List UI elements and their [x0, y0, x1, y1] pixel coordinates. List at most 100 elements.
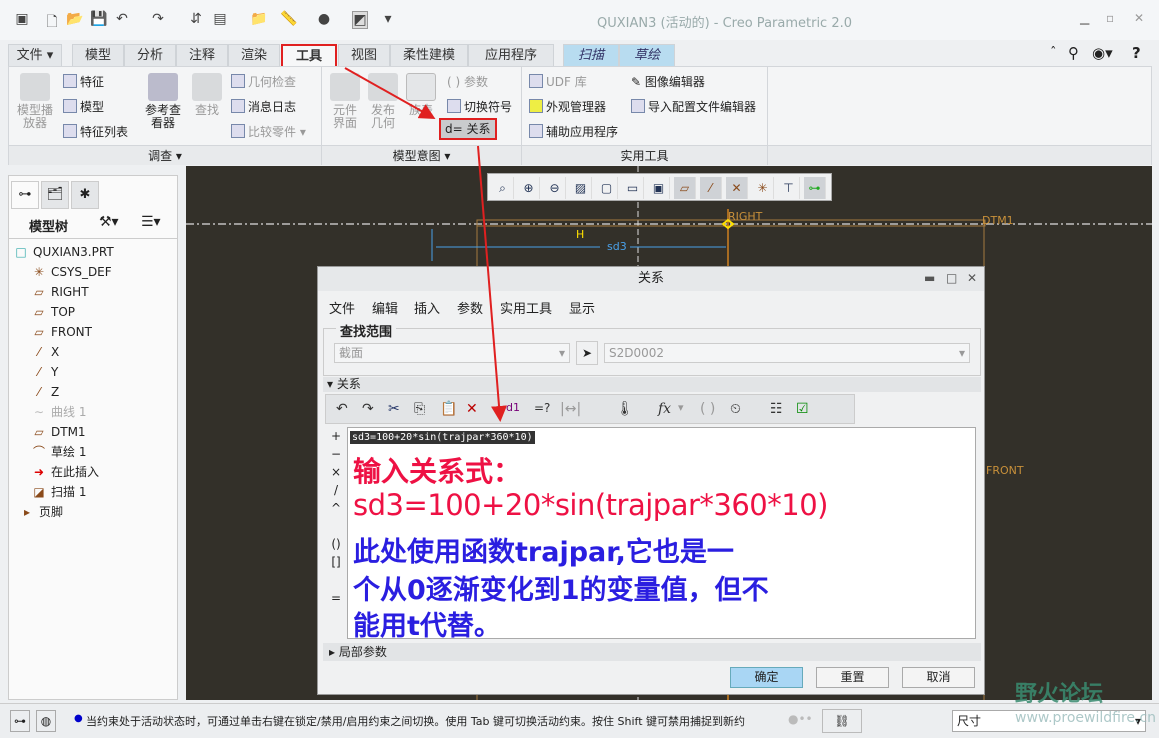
tree-item[interactable]: ▱ TOP	[31, 302, 75, 322]
menu-file[interactable]: 文件	[329, 298, 355, 317]
operator-button[interactable]: []	[325, 553, 347, 571]
show-dimension-icon[interactable]: |↔|	[560, 401, 581, 417]
tree-item[interactable]: ⁄ X	[31, 342, 59, 362]
tree-item[interactable]: ▱ FRONT	[31, 322, 92, 342]
tree-item[interactable]: ✳ CSYS_DEF	[31, 262, 112, 282]
tree-item[interactable]: □ QUXIAN3.PRT	[13, 242, 113, 262]
undo-icon[interactable]: ↶	[336, 401, 348, 417]
tab-model[interactable]: 模型	[72, 44, 124, 66]
tree-item[interactable]: ➜ 在此插入	[31, 462, 99, 482]
maximize-button[interactable]: ▫	[1106, 11, 1114, 25]
tab-annotate[interactable]: 注释	[176, 44, 228, 66]
family-table-button[interactable]: 族表	[405, 73, 437, 117]
view-manager-icon[interactable]: ▣	[648, 177, 670, 199]
saved-views-icon[interactable]: ▭	[622, 177, 644, 199]
minimize-ribbon-icon[interactable]: ˆ	[1050, 46, 1057, 61]
community-icon[interactable]: ◉▾	[1092, 44, 1113, 62]
tree-item[interactable]: ⁄ Y	[31, 362, 58, 382]
tab-flexible-modeling[interactable]: 柔性建模	[390, 44, 468, 66]
menu-edit[interactable]: 编辑	[372, 298, 398, 317]
menu-show[interactable]: 显示	[569, 298, 595, 317]
annotation-display-icon[interactable]: ⊤	[778, 177, 800, 199]
paste-icon[interactable]: 📋	[440, 401, 457, 417]
tree-item[interactable]: ⌒ 草绘 1	[31, 442, 86, 462]
tab-applications[interactable]: 应用程序	[468, 44, 554, 66]
operator-button[interactable]: −	[325, 445, 347, 463]
relation-code[interactable]: sd3=100+20*sin(trajpar*360*10)	[350, 431, 535, 444]
dialog-maximize-button[interactable]: □	[946, 271, 957, 285]
parentheses-icon[interactable]: ( )	[700, 401, 715, 417]
relations-button[interactable]: d= 关系	[439, 118, 497, 140]
point-display-icon[interactable]: ✕	[726, 177, 748, 199]
operator-button[interactable]: ×	[325, 463, 347, 481]
search-icon[interactable]: ⚲	[1068, 44, 1079, 62]
operator-button[interactable]: =	[325, 589, 347, 607]
operator-button[interactable]: ()	[325, 535, 347, 553]
display-style-icon[interactable]: ▢	[596, 177, 618, 199]
tree-item[interactable]: ∼ 曲线 1	[31, 402, 86, 422]
sort-relations-icon[interactable]: ☷	[770, 401, 783, 417]
cut-icon[interactable]: ✂	[388, 401, 400, 417]
refit-icon[interactable]: ⌕	[492, 177, 514, 199]
udf-library-button[interactable]: UDF 库	[529, 73, 587, 90]
find-button[interactable]: 查找	[189, 73, 225, 117]
axis-display-icon[interactable]: ⁄	[700, 177, 722, 199]
repaint-icon[interactable]: ▨	[570, 177, 592, 199]
dialog-close-button[interactable]: ✕	[967, 271, 977, 285]
verify-relations-icon[interactable]: ☑	[796, 401, 809, 417]
config-editor-button[interactable]: 导入配置文件编辑器	[631, 98, 756, 115]
tab-sketch[interactable]: 草绘	[619, 44, 675, 66]
tree-item[interactable]: ◪ 扫描 1	[31, 482, 86, 502]
feature-list-button[interactable]: 特征列表	[63, 123, 128, 140]
evaluate-icon[interactable]: =?	[534, 401, 550, 415]
help-icon[interactable]: ?	[1132, 44, 1141, 62]
cancel-button[interactable]: 取消	[902, 667, 975, 688]
compare-part-button[interactable]: 比较零件 ▾	[231, 123, 306, 140]
group-model-intent[interactable]: 模型意图 ▾	[322, 145, 521, 165]
group-investigate[interactable]: 调查 ▾	[9, 145, 321, 165]
zoom-out-icon[interactable]: ⊖	[544, 177, 566, 199]
browser-toggle-icon[interactable]: ◍	[36, 710, 56, 732]
tree-filters-icon[interactable]: ☰▾	[141, 214, 161, 230]
menu-utilities[interactable]: 实用工具	[500, 298, 552, 317]
select-pointer-button[interactable]: ➤	[576, 341, 598, 365]
tree-item[interactable]: ▸ 页脚	[19, 502, 63, 522]
reference-viewer-button[interactable]: 参考查 看器	[141, 73, 185, 130]
menu-insert[interactable]: 插入	[414, 298, 440, 317]
sd3-dimension[interactable]: sd3	[607, 240, 627, 253]
switch-dims-icon[interactable]: d1	[506, 401, 520, 414]
model-player-button[interactable]: 模型播 放器	[13, 73, 57, 130]
tab-file[interactable]: 文件 ▾	[8, 44, 62, 66]
csys-display-icon[interactable]: ✳	[752, 177, 774, 199]
tree-item[interactable]: ▱ RIGHT	[31, 282, 88, 302]
tab-analysis[interactable]: 分析	[124, 44, 176, 66]
function-dropdown[interactable]: ▾	[678, 401, 684, 414]
scope-type-select[interactable]: 截面 ▾	[334, 343, 570, 363]
insert-function-icon[interactable]: fx	[658, 401, 671, 417]
local-parameters-header[interactable]: ▸ 局部参数	[323, 643, 981, 661]
operator-button[interactable]: /	[325, 481, 347, 499]
scope-object-select[interactable]: S2D0002 ▾	[604, 343, 970, 363]
feature-info-button[interactable]: 特征	[63, 73, 104, 90]
tree-item[interactable]: ▱ DTM1	[31, 422, 85, 442]
units-sensitivity-icon[interactable]: 🌡	[616, 401, 634, 417]
plane-display-icon[interactable]: ▱	[674, 177, 696, 199]
model-info-button[interactable]: 模型	[63, 98, 104, 115]
dialog-minimize-button[interactable]: ▬	[924, 271, 935, 285]
zoom-in-icon[interactable]: ⊕	[518, 177, 540, 199]
tree-settings-icon[interactable]: ⚒▾	[99, 214, 119, 230]
tab-render[interactable]: 渲染	[228, 44, 280, 66]
copy-icon[interactable]: ⎘	[414, 401, 425, 417]
spin-center-icon[interactable]: ⊶	[804, 177, 826, 199]
relations-section-header[interactable]: ▾ 关系	[323, 377, 981, 392]
tree-item[interactable]: ⁄ Z	[31, 382, 59, 402]
parameters-button[interactable]: ( ) 参数	[447, 73, 488, 90]
model-tree-toggle-icon[interactable]: ⊶	[10, 710, 30, 732]
reset-button[interactable]: 重置	[816, 667, 889, 688]
operator-button[interactable]: +	[325, 427, 347, 445]
relations-editor[interactable]: sd3=100+20*sin(trajpar*360*10) 输入关系式： sd…	[347, 427, 976, 642]
tab-tools[interactable]: 工具	[281, 44, 337, 66]
favorites-tab[interactable]: ✱	[71, 181, 99, 209]
minimize-button[interactable]: ▁	[1080, 11, 1089, 25]
tab-view[interactable]: 视图	[338, 44, 390, 66]
